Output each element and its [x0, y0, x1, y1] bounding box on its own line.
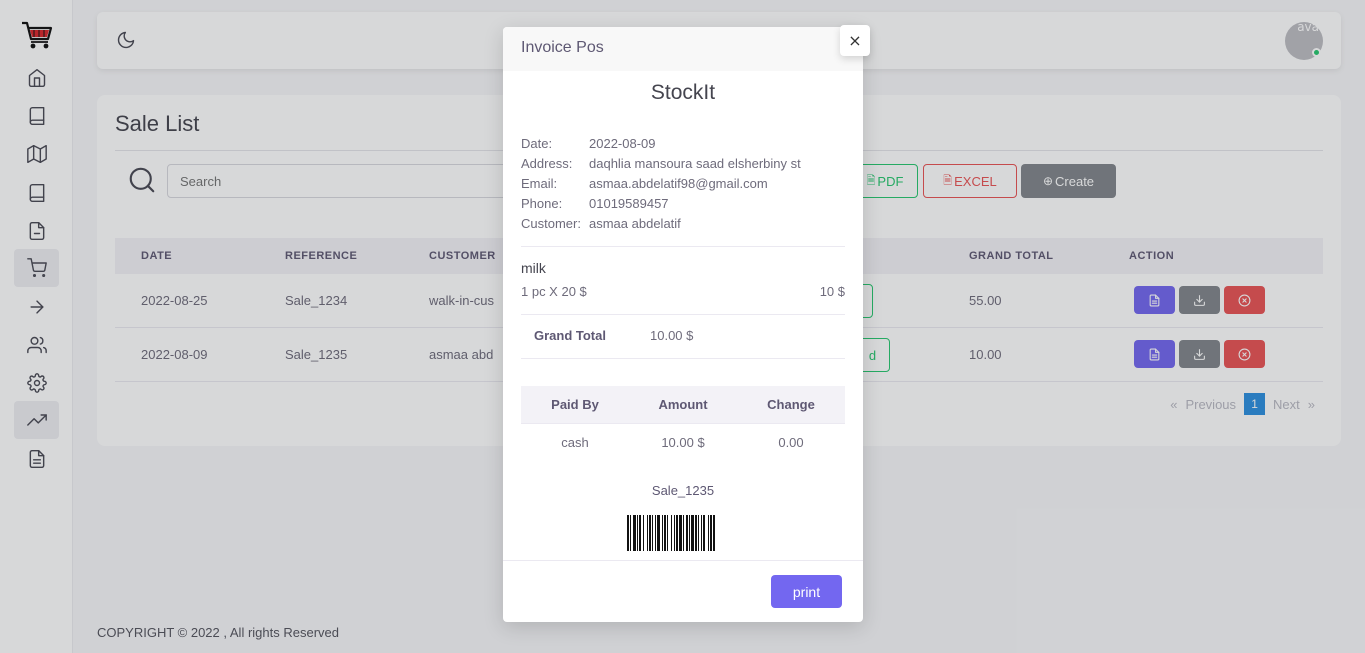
barcode-bar [691, 515, 694, 551]
print-button[interactable]: print [771, 575, 842, 608]
store-name: StockIt [650, 81, 716, 104]
info-value: 2022-08-09 [589, 136, 656, 151]
info-label: Customer: [521, 216, 581, 231]
info-date: Date: 2022-08-09 [521, 136, 656, 151]
close-modal-button[interactable]: × [840, 25, 870, 56]
info-label: Email: [521, 176, 558, 191]
info-value: 01019589457 [589, 196, 669, 211]
info-email: Email: asmaa.abdelatif98@gmail.com [521, 176, 768, 191]
payment-method: cash [561, 434, 589, 450]
barcode-bar [639, 515, 641, 551]
barcode-bar [689, 515, 690, 551]
barcode-bar [674, 515, 675, 551]
barcode-bar [671, 515, 672, 551]
modal-title: Invoice Pos [521, 39, 604, 56]
barcode-bar [652, 515, 653, 551]
item-name: milk [521, 260, 546, 276]
barcode-bar [703, 515, 705, 551]
barcode-bar [630, 515, 631, 551]
barcode-bar [643, 515, 644, 551]
barcode-bar [708, 515, 709, 551]
barcode-bar [698, 515, 699, 551]
payment-row: cash 10.00 $ 0.00 [521, 423, 845, 460]
divider [521, 358, 845, 359]
barcode-bar [667, 515, 668, 551]
info-value: asmaa abdelatif [589, 216, 681, 231]
barcode-bar [662, 515, 663, 551]
divider [521, 246, 845, 247]
info-label: Address: [521, 156, 573, 171]
barcode-bar [664, 515, 666, 551]
info-label: Phone: [521, 196, 563, 211]
payment-header-change: Change [767, 397, 815, 412]
info-address: Address: daqhlia mansoura saad elsherbiny… [521, 156, 801, 171]
barcode-bar [701, 515, 702, 551]
info-value: asmaa.abdelatif98@gmail.com [589, 176, 768, 191]
item-total: 10 $ [819, 284, 845, 299]
barcode-bar [655, 515, 656, 551]
barcode-bar [683, 515, 684, 551]
payment-change: 0.00 [778, 434, 804, 450]
barcode-bar [637, 515, 638, 551]
grand-total-label: Grand Total [534, 328, 606, 343]
barcode-bar [710, 515, 712, 551]
info-label: Date: [521, 136, 553, 151]
barcode-bar [649, 515, 651, 551]
payment-table: Paid By Amount Change cash 10.00 $ 0.00 [521, 386, 845, 460]
invoice-reference: Sale_1235 [651, 483, 715, 498]
payment-amount: 10.00 $ [661, 434, 705, 450]
modal-footer: print [503, 560, 863, 622]
payment-table-header: Paid By Amount Change [521, 386, 845, 423]
info-phone: Phone: 01019589457 [521, 196, 669, 211]
grand-total-value: 10.00 $ [650, 328, 694, 343]
info-customer: Customer: asmaa abdelatif [521, 216, 681, 231]
divider [521, 314, 845, 315]
barcode-bar [686, 515, 688, 551]
barcode-bar [633, 515, 636, 551]
barcode-bar [695, 515, 697, 551]
info-value: daqhlia mansoura saad elsherbiny st [589, 156, 801, 171]
barcode-bar [647, 515, 648, 551]
modal-header: Invoice Pos [503, 27, 863, 71]
payment-header-paid-by: Paid By [551, 397, 599, 412]
payment-header-amount: Amount [658, 397, 708, 412]
barcode-bar [713, 515, 715, 551]
barcode-bar [676, 515, 678, 551]
item-quantity: 1 pc X 20 $ [521, 284, 587, 299]
barcode-bar [679, 515, 682, 551]
barcode [627, 515, 715, 551]
barcode-bar [627, 515, 629, 551]
invoice-modal: Invoice Pos StockIt Date: 2022-08-09 Addr… [503, 27, 863, 622]
barcode-bar [657, 515, 660, 551]
